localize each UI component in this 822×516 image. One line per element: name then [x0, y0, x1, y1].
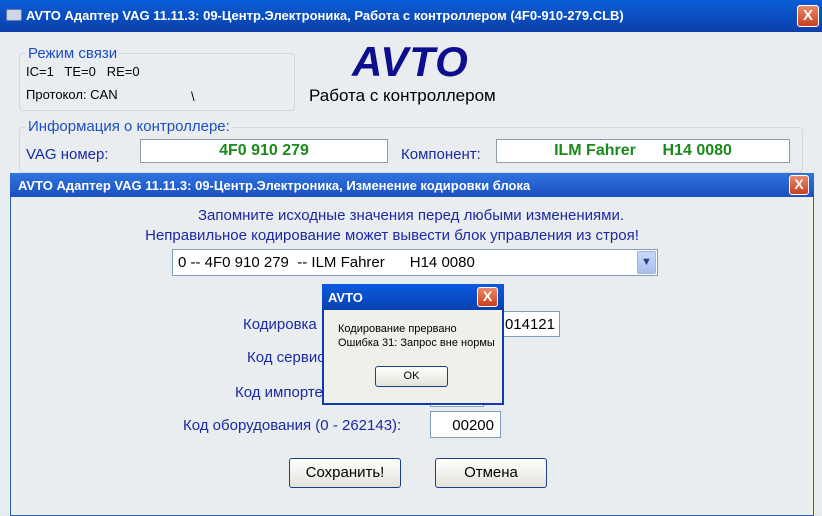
equipment-code-label: Код оборудования (0 - 262143):: [183, 417, 402, 434]
controller-select[interactable]: 0 -- 4F0 910 279 -- ILM Fahrer H14 0080 …: [172, 249, 658, 276]
vag-number-value: 4F0 910 279: [140, 139, 388, 163]
avto-logo: AVTO: [352, 38, 469, 85]
message-line-1: Кодирование прервано: [338, 323, 457, 335]
main-close-button[interactable]: X: [797, 5, 819, 27]
coding-dialog-title-bar[interactable]: AVTO Адаптер VAG 11.11.3: 09-Центр.Элект…: [10, 173, 814, 197]
dialog-close-button[interactable]: X: [789, 175, 809, 195]
app-icon: [6, 9, 22, 21]
ok-button[interactable]: OK: [375, 366, 448, 387]
message-line-2: Ошибка 31: Запрос вне нормы: [338, 337, 495, 349]
protocol-label: Протокол: CAN: [26, 87, 118, 102]
message-box-title-bar[interactable]: AVTO X: [322, 284, 504, 310]
message-close-button[interactable]: X: [477, 287, 498, 307]
controller-select-value: 0 -- 4F0 910 279 -- ILM Fahrer H14 0080: [178, 254, 475, 271]
save-button[interactable]: Сохранить!: [289, 458, 401, 488]
vag-number-label: VAG номер:: [26, 146, 109, 163]
main-title-bar[interactable]: AVTO Адаптер VAG 11.11.3: 09-Центр.Элект…: [0, 0, 822, 32]
coding-dialog-title: AVTO Адаптер VAG 11.11.3: 09-Центр.Элект…: [18, 178, 531, 193]
coding-label: Кодировка: [243, 316, 317, 333]
warning-line-1: Запомните исходные значения перед любыми…: [197, 207, 625, 224]
service-code-label: Код сервис: [247, 349, 325, 366]
equipment-code-input[interactable]: 00200: [430, 411, 501, 438]
connection-group-label: Режим связи: [26, 45, 120, 62]
cancel-button[interactable]: Отмена: [435, 458, 547, 488]
connection-status: IC=1 TE=0 RE=0: [26, 64, 140, 79]
page-subtitle: Работа с контроллером: [309, 86, 496, 105]
component-label: Компонент:: [401, 146, 481, 163]
chevron-down-icon[interactable]: ▼: [637, 251, 656, 274]
controller-info-label: Информация о контроллере:: [26, 118, 232, 135]
main-window-title: AVTO Адаптер VAG 11.11.3: 09-Центр.Элект…: [26, 8, 624, 23]
importer-code-label: Код импорте: [235, 384, 323, 401]
activity-spinner: \: [191, 89, 195, 104]
component-value: ILM Fahrer H14 0080: [496, 139, 790, 163]
message-text: Кодирование прервано Ошибка 31: Запрос в…: [338, 322, 495, 350]
message-box-title: AVTO: [328, 290, 363, 305]
warning-line-2: Неправильное кодирование может вывести б…: [145, 227, 639, 244]
